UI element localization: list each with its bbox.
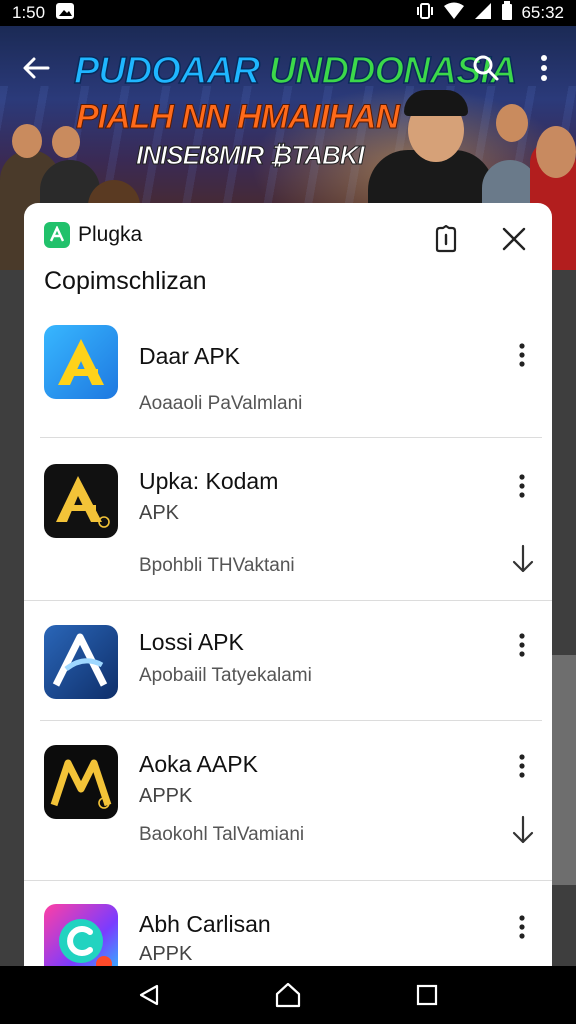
home-icon: [275, 982, 301, 1008]
app-list: Daar APK Aoaaoli PaValmlani Upka: Kodam …: [24, 313, 552, 966]
nav-recents-button[interactable]: [403, 971, 451, 1019]
more-vert-icon: [519, 343, 525, 367]
arrow-left-icon: [23, 57, 50, 79]
list-item[interactable]: Daar APK Aoaaoli PaValmlani: [24, 313, 552, 438]
nav-back-button[interactable]: [125, 971, 173, 1019]
banner-title-line2: PIALH NN HMAIIHAN: [76, 98, 401, 137]
app-type: APK: [139, 502, 180, 524]
more-vert-icon: [541, 55, 547, 81]
more-vert-icon: [519, 915, 525, 939]
vibrate-icon: [415, 2, 435, 25]
app-type: APPK: [139, 785, 193, 807]
app-icon-blue-a: [44, 625, 118, 699]
app-description: Bpohbli THVaktani: [139, 555, 295, 576]
app-list-sheet: Plugka Copimschlizan Daar APK Aoaaoli Pa…: [24, 203, 552, 966]
more-options-button[interactable]: [508, 335, 536, 375]
close-button[interactable]: [494, 219, 534, 259]
app-description: Aoaaoli PaValmlani: [139, 393, 303, 414]
app-icon-gradient-c: [44, 904, 118, 966]
app-name: Aoka AAPK: [139, 751, 258, 777]
sheet-title: Copimschlizan: [44, 267, 207, 295]
app-description: Apobaiil Tatyekalami: [139, 665, 312, 686]
app-description: Baokohl TalVamiani: [139, 824, 305, 845]
more-vert-icon: [519, 754, 525, 778]
nav-home-button[interactable]: [264, 971, 312, 1019]
banner-person-head: [12, 124, 42, 158]
more-options-button[interactable]: [508, 907, 536, 947]
banner-person-head: [496, 104, 528, 142]
more-options-button[interactable]: [508, 746, 536, 786]
list-item[interactable]: Upka: Kodam APK Bpohbli THVaktani: [24, 438, 552, 601]
search-icon: [473, 55, 499, 81]
more-options-button[interactable]: [508, 466, 536, 506]
app-icon-gold-a-black: [44, 464, 118, 538]
brand-logo-icon: [44, 222, 70, 248]
background-card-edge: [552, 655, 576, 885]
download-button[interactable]: [508, 542, 538, 576]
battery-icon: [501, 0, 513, 26]
app-name: Abh Carlisan: [139, 911, 271, 937]
banner-cap: [404, 90, 468, 116]
download-arrow-icon: [512, 544, 534, 573]
more-vert-icon: [519, 474, 525, 498]
photo-icon: [55, 2, 75, 25]
more-options-button[interactable]: [508, 625, 536, 665]
app-name: Upka: Kodam: [139, 468, 279, 494]
status-bar: 1:50 65:32: [0, 0, 576, 26]
banner-person-head: [536, 126, 576, 178]
download-arrow-icon: [512, 815, 534, 844]
brand: Plugka: [44, 222, 142, 248]
system-nav-bar: [0, 966, 576, 1024]
app-icon-gold-m-black: [44, 745, 118, 819]
more-vert-icon: [519, 633, 525, 657]
back-button[interactable]: [16, 48, 56, 88]
back-icon: [140, 984, 159, 1006]
overflow-menu-button[interactable]: [524, 48, 564, 88]
app-type: APPK: [139, 943, 193, 965]
list-item[interactable]: Lossi APK Apobaiil Tatyekalami: [24, 601, 552, 721]
info-tag-icon: [435, 225, 457, 253]
close-icon: [502, 227, 526, 251]
status-clock: 65:32: [521, 3, 564, 22]
app-name: Lossi APK: [139, 629, 244, 655]
signal-icon: [473, 2, 493, 25]
search-button[interactable]: [466, 48, 506, 88]
recents-icon: [416, 984, 437, 1006]
status-time: 1:50: [12, 3, 46, 22]
list-item[interactable]: Abh Carlisan APPK: [24, 881, 552, 966]
download-button[interactable]: [508, 813, 538, 847]
brand-name: Plugka: [78, 223, 143, 246]
app-icon-yellow-a: [44, 325, 118, 399]
sheet-header: Plugka Copimschlizan: [24, 203, 552, 313]
banner-title-line3: INISEI8MIR ₿TABKI: [136, 140, 366, 171]
app-name: Daar APK: [139, 343, 240, 369]
wifi-icon: [443, 2, 465, 25]
list-item[interactable]: Aoka AAPK APPK Baokohl TalVamiani: [24, 721, 552, 881]
banner-title-line1: PUDOAAR UNDDONASIA: [73, 49, 518, 93]
info-button[interactable]: [426, 219, 466, 259]
